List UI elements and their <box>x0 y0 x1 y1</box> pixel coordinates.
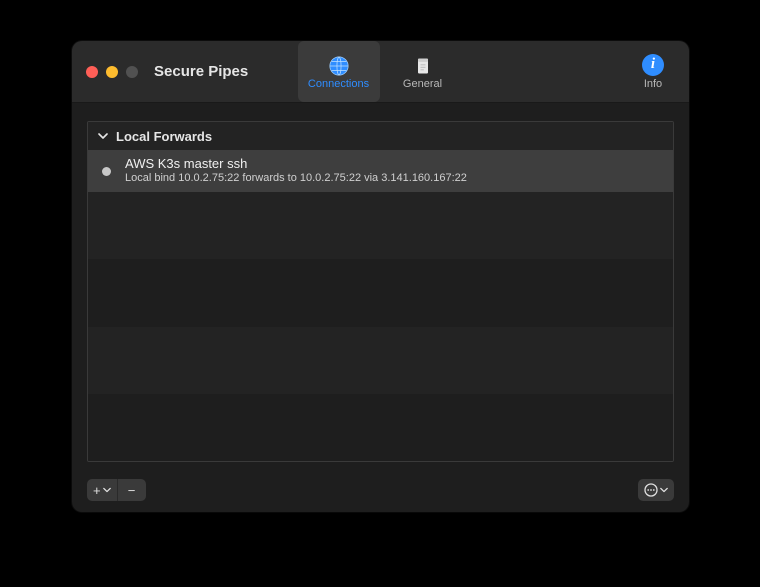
footer-toolbar: + − <box>72 474 689 512</box>
minus-icon: − <box>128 483 136 498</box>
list-row-empty <box>88 327 673 394</box>
tab-label: General <box>403 79 442 90</box>
list-row-empty <box>88 394 673 461</box>
app-window: Secure Pipes Connections <box>72 41 689 512</box>
group-header-local-forwards[interactable]: Local Forwards <box>88 122 673 150</box>
more-actions-button[interactable] <box>638 479 674 501</box>
minimize-window-button[interactable] <box>106 66 118 78</box>
connection-text: AWS K3s master ssh Local bind 10.0.2.75:… <box>125 156 467 186</box>
tab-label: Connections <box>308 79 369 90</box>
connection-detail: Local bind 10.0.2.75:22 forwards to 10.0… <box>125 172 467 186</box>
chevron-down-icon <box>103 486 111 494</box>
list-row-empty <box>88 192 673 259</box>
content-area: Local Forwards AWS K3s master ssh Local … <box>72 103 689 474</box>
close-window-button[interactable] <box>86 66 98 78</box>
empty-rows <box>88 192 673 461</box>
add-remove-group: + − <box>87 479 146 501</box>
info-button[interactable]: i Info <box>631 41 675 102</box>
window-title: Secure Pipes <box>154 63 248 80</box>
ellipsis-circle-icon <box>644 483 658 497</box>
window-controls <box>86 66 138 78</box>
document-icon <box>412 55 434 77</box>
tab-connections[interactable]: Connections <box>298 41 380 102</box>
preferences-tabs: Connections General <box>298 41 464 102</box>
group-label: Local Forwards <box>116 129 212 144</box>
connection-name: AWS K3s master ssh <box>125 156 467 172</box>
info-label: Info <box>644 78 662 90</box>
chevron-down-icon <box>96 131 110 141</box>
plus-icon: + <box>93 483 101 498</box>
titlebar: Secure Pipes Connections <box>72 41 689 103</box>
network-icon <box>328 55 350 77</box>
add-connection-button[interactable]: + <box>87 479 118 501</box>
chevron-down-icon <box>660 486 668 494</box>
connections-list: Local Forwards AWS K3s master ssh Local … <box>87 121 674 462</box>
actions-group <box>638 479 674 501</box>
remove-connection-button[interactable]: − <box>118 479 146 501</box>
zoom-window-button[interactable] <box>126 66 138 78</box>
tab-general[interactable]: General <box>382 41 464 102</box>
connection-row[interactable]: AWS K3s master ssh Local bind 10.0.2.75:… <box>88 150 673 192</box>
list-row-empty <box>88 259 673 326</box>
status-indicator-icon <box>102 167 111 176</box>
info-icon: i <box>642 54 664 76</box>
